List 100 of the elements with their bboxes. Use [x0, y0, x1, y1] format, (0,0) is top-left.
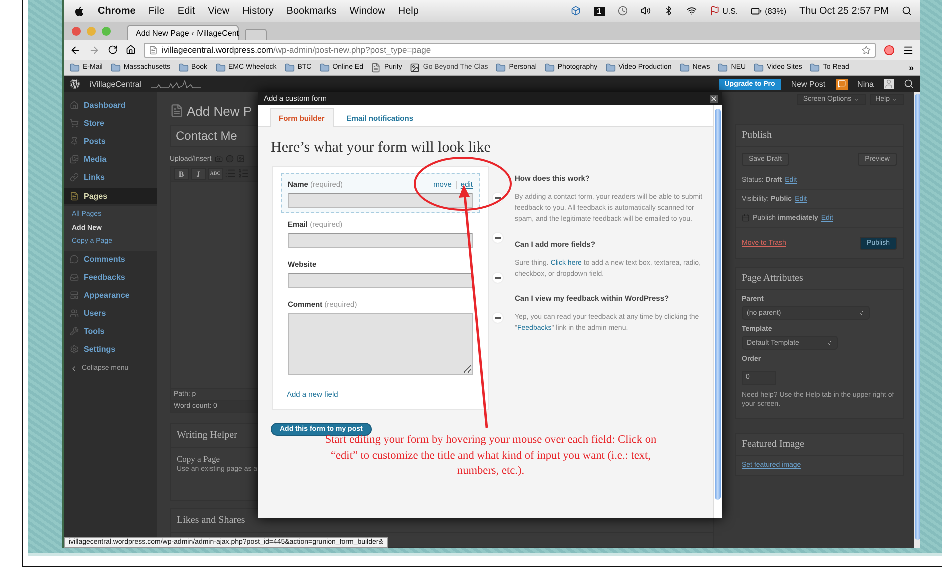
- pin-icon: [70, 136, 79, 146]
- menu-item[interactable]: Bookmarks: [286, 6, 337, 16]
- notification-icon[interactable]: [836, 78, 848, 90]
- search-icon[interactable]: [902, 6, 912, 16]
- volume-icon[interactable]: [640, 6, 651, 16]
- sidebar-item[interactable]: Dashboard: [64, 96, 157, 114]
- battery-percent[interactable]: (83%): [765, 6, 786, 16]
- sidebar-item[interactable]: Posts: [64, 132, 157, 150]
- site-name[interactable]: iVillageCentral: [90, 80, 142, 88]
- sidebar-item[interactable]: Media: [64, 150, 157, 168]
- sidebar-item[interactable]: Settings: [64, 340, 157, 358]
- menu-item[interactable]: Edit: [178, 6, 196, 16]
- menu-item[interactable]: History: [242, 6, 274, 16]
- sidebar-item[interactable]: Feedbacks: [64, 268, 157, 286]
- tab-title: Add New Page ‹ iVillageCent: [136, 28, 240, 38]
- reload-icon[interactable]: [108, 45, 118, 55]
- folder-icon: [70, 62, 80, 72]
- page-heading: Add New P: [187, 104, 252, 118]
- box-title: Page Attributes: [736, 268, 903, 290]
- gear-icon: [70, 345, 79, 354]
- input-source[interactable]: U.S.: [722, 6, 738, 16]
- box-item: Copy a Page: [177, 454, 220, 464]
- caret-icon: [892, 96, 898, 102]
- folder-icon: [544, 62, 555, 72]
- wordpress-icon[interactable]: [70, 79, 80, 89]
- scrollbar[interactable]: [713, 105, 722, 518]
- sparkline-drawing: [151, 80, 202, 88]
- remove-field-icon[interactable]: [492, 272, 504, 284]
- page-icon: [149, 46, 158, 54]
- folder-icon: [754, 62, 764, 72]
- layout-icon: [70, 291, 79, 300]
- inbox-icon: [70, 273, 79, 282]
- wifi-icon[interactable]: [686, 6, 697, 16]
- sidebar-item[interactable]: Store: [64, 114, 157, 132]
- folder-icon: [216, 62, 226, 72]
- page-icon: [371, 62, 382, 72]
- pages-icon: [170, 104, 184, 118]
- clock-icon[interactable]: [618, 6, 628, 16]
- menu-item[interactable]: View: [208, 6, 230, 16]
- sidebar-item[interactable]: Users: [64, 304, 157, 322]
- status-badge[interactable]: 1: [594, 6, 605, 16]
- sidebar-item[interactable]: Links: [64, 168, 157, 186]
- wrench-icon: [70, 327, 79, 336]
- box-title: Featured Image: [736, 434, 903, 456]
- folder-icon: [284, 62, 295, 72]
- browser-tab[interactable]: Add New Page ‹ iVillageCent: [127, 25, 239, 40]
- folder-icon: [680, 62, 690, 72]
- battery-icon[interactable]: [751, 6, 762, 16]
- more-bookmarks[interactable]: »: [908, 62, 914, 72]
- address-field[interactable]: ivillagecentral.wordpress.com/wp-admin/post-new.php?post_type=page: [144, 42, 876, 58]
- new-post-link[interactable]: New Post: [791, 80, 826, 88]
- home-icon[interactable]: [126, 45, 136, 55]
- input-field[interactable]: [288, 233, 473, 248]
- star-icon[interactable]: [862, 46, 871, 54]
- url-text: ivillagecentral.wordpress.com/wp-admin/post-new.php?post_type=page: [162, 45, 432, 55]
- home-icon: [70, 100, 79, 110]
- sidebar-item[interactable]: Comments: [64, 250, 157, 268]
- folder-icon: [110, 62, 121, 72]
- input-field[interactable]: [288, 273, 473, 288]
- image-icon: [410, 62, 420, 72]
- extension-icon[interactable]: [884, 44, 895, 56]
- users-icon: [70, 309, 79, 318]
- sidebar-item[interactable]: Appearance: [64, 286, 157, 304]
- sidebar-item[interactable]: Pages: [64, 188, 157, 204]
- format-button[interactable]: I: [191, 168, 206, 180]
- menu-item[interactable]: Chrome: [98, 6, 136, 16]
- back-icon[interactable]: [70, 44, 81, 56]
- bluetooth-icon[interactable]: [664, 6, 674, 16]
- calendar-icon: [742, 214, 750, 222]
- folder-icon: [178, 62, 189, 72]
- user-name[interactable]: Nina: [858, 80, 874, 88]
- cube-icon[interactable]: [571, 6, 582, 16]
- speech-bubble-icon: [70, 255, 79, 264]
- menu-item[interactable]: Help: [398, 6, 419, 16]
- scrollbar[interactable]: [914, 92, 920, 548]
- menu-icon[interactable]: [903, 44, 914, 56]
- menu-item[interactable]: File: [148, 6, 165, 16]
- images-icon: [70, 154, 79, 164]
- link-icon: [70, 172, 79, 182]
- apple-icon[interactable]: [74, 6, 85, 16]
- input-field[interactable]: [288, 193, 473, 208]
- folder-icon: [606, 62, 616, 72]
- page-icon: [70, 192, 79, 200]
- close-icon[interactable]: [710, 94, 718, 102]
- remove-field-icon[interactable]: [492, 312, 504, 324]
- remove-field-icon[interactable]: [492, 232, 504, 244]
- folder-icon: [810, 62, 820, 72]
- format-button[interactable]: B: [174, 168, 189, 180]
- folder-icon: [718, 62, 728, 72]
- caret-icon[interactable]: [70, 364, 78, 372]
- textarea-field[interactable]: [288, 313, 473, 375]
- box-title: Writing Helper: [177, 430, 238, 441]
- folder-icon: [496, 62, 506, 72]
- annotation-text: Start editing your form by hovering your mouse over each field: Click on “edit” to customize the title and what kind of input you want (i.e.: text, numbers, etc.).: [324, 433, 658, 480]
- clock-text[interactable]: Thu Oct 25 2:57 PM: [800, 6, 889, 16]
- menu-item[interactable]: Window: [350, 6, 386, 16]
- sidebar-item[interactable]: Tools: [64, 322, 157, 340]
- flag-icon[interactable]: [710, 6, 720, 16]
- caret-icon: [854, 96, 860, 102]
- cart-icon: [70, 118, 79, 128]
